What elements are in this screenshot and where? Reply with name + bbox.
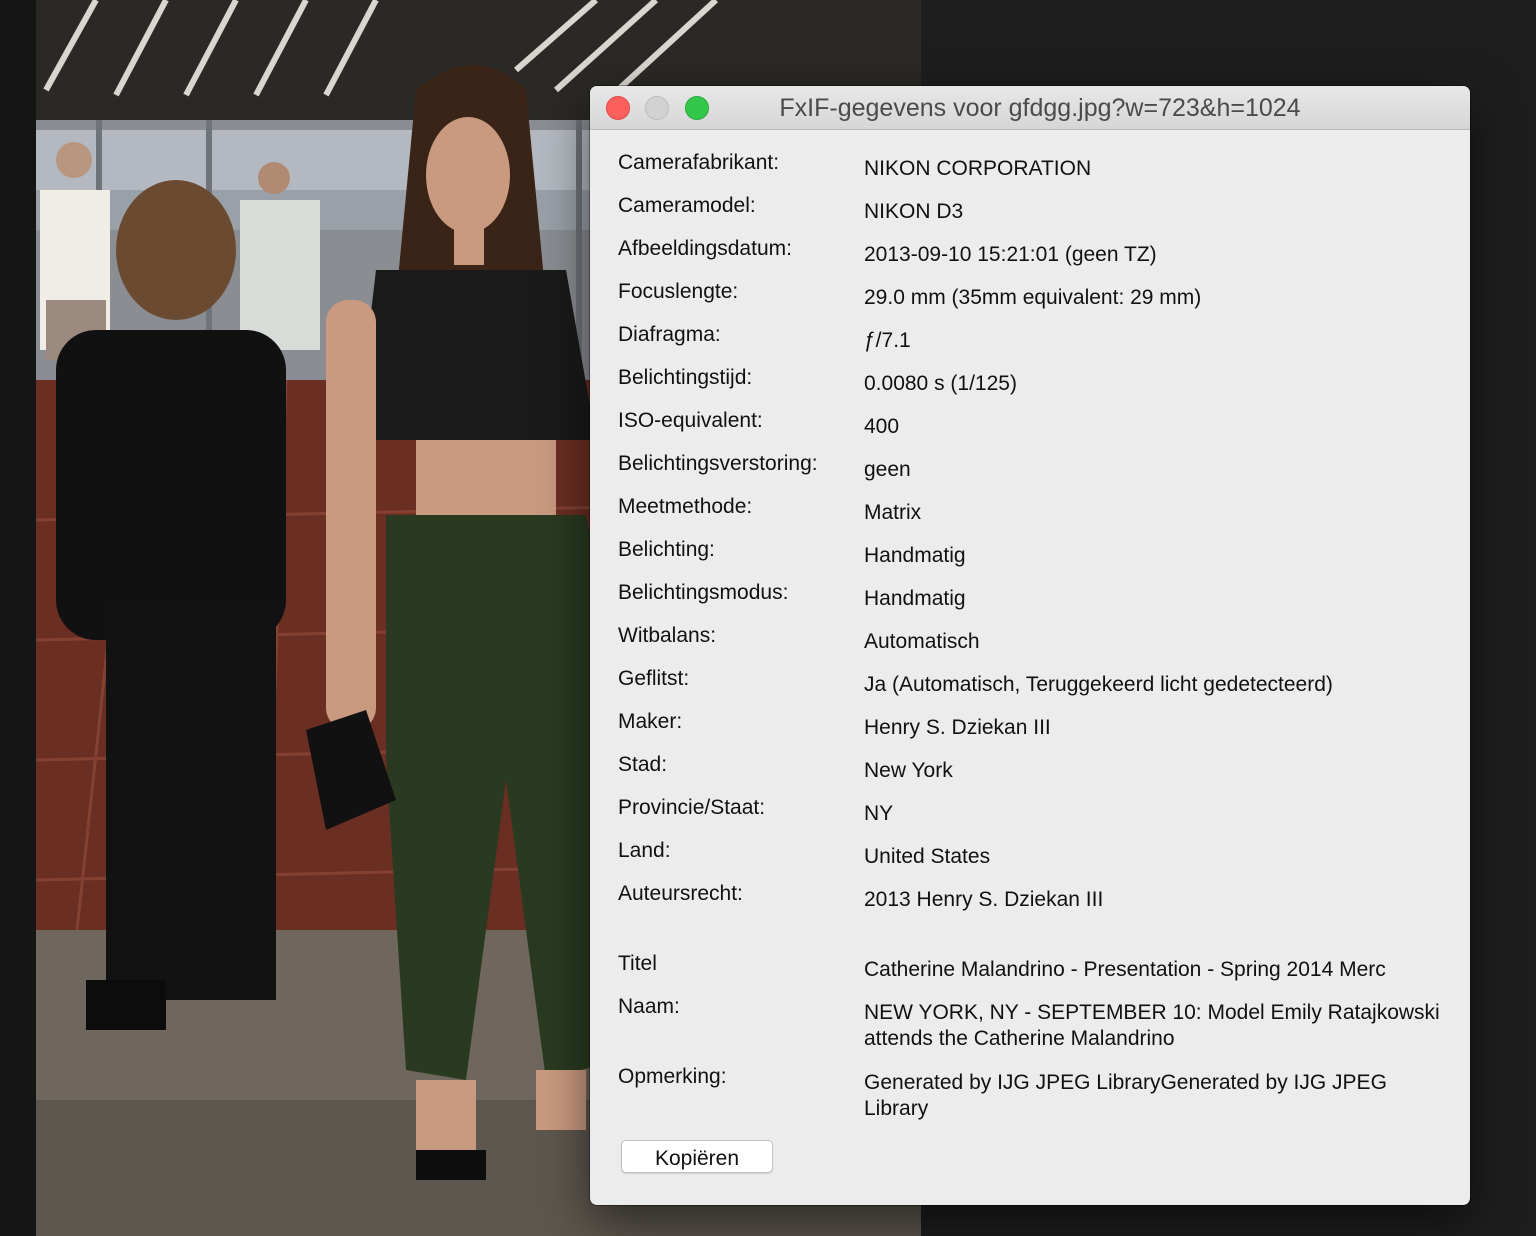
exif-value: Generated by IJG JPEG LibraryGenerated b… (864, 1071, 1387, 1120)
exif-label: Land: (618, 839, 671, 862)
exif-label: Belichting: (618, 538, 715, 561)
exif-value: 29.0 mm (35mm equivalent: 29 mm) (864, 286, 1202, 309)
exif-label: ISO-equivalent: (618, 409, 763, 432)
exif-value: NIKON CORPORATION (864, 157, 1092, 180)
exif-value: NY (864, 802, 894, 825)
exif-label: Geflitst: (618, 667, 690, 690)
exif-value: geen (864, 458, 911, 481)
exif-value: ƒ/7.1 (864, 329, 911, 352)
exif-value: Matrix (864, 501, 922, 524)
exif-label: Belichtingsmodus: (618, 581, 789, 604)
exif-label: Focuslengte: (618, 280, 739, 303)
exif-value: NEW YORK, NY - SEPTEMBER 10: Model Emily… (864, 1001, 1440, 1050)
exif-value: Ja (Automatisch, Teruggekeerd licht gede… (864, 673, 1333, 696)
exif-label: Camerafabrikant: (618, 151, 780, 174)
exif-label: Cameramodel: (618, 194, 756, 217)
copy-button[interactable]: Kopiëren (621, 1140, 773, 1173)
exif-label: Opmerking: (618, 1065, 727, 1088)
exif-value: New York (864, 759, 953, 782)
exif-label: Titel (618, 952, 657, 975)
exif-value: Handmatig (864, 587, 966, 610)
exif-value: Automatisch (864, 630, 980, 653)
exif-value: 0.0080 s (1/125) (864, 372, 1017, 395)
exif-value: United States (864, 845, 991, 868)
exif-value: 400 (864, 415, 900, 438)
exif-label: Belichtingstijd: (618, 366, 753, 389)
exif-value: 2013 Henry S. Dziekan III (864, 888, 1104, 911)
window-titlebar[interactable]: FxIF-gegevens voor gfdgg.jpg?w=723&h=102… (590, 86, 1470, 130)
exif-label: Provincie/Staat: (618, 796, 766, 819)
exif-label: Witbalans: (618, 624, 717, 647)
desktop: FxIF-gegevens voor gfdgg.jpg?w=723&h=102… (0, 0, 1536, 1236)
exif-label: Belichtingsverstoring: (618, 452, 818, 475)
exif-window: FxIF-gegevens voor gfdgg.jpg?w=723&h=102… (590, 86, 1470, 1205)
exif-label: Meetmethode: (618, 495, 753, 518)
exif-value: NIKON D3 (864, 200, 964, 223)
background-strip (0, 0, 36, 1236)
exif-label: Maker: (618, 710, 683, 733)
exif-label: Auteursrecht: (618, 882, 743, 905)
exif-value: Catherine Malandrino - Presentation - Sp… (864, 958, 1386, 981)
window-title: FxIF-gegevens voor gfdgg.jpg?w=723&h=102… (779, 94, 1301, 122)
exif-label: Stad: (618, 753, 668, 776)
exif-label: Diafragma: (618, 323, 721, 346)
exif-value: Handmatig (864, 544, 966, 567)
exif-label: Afbeeldingsdatum: (618, 237, 792, 260)
exif-value: 2013-09-10 15:21:01 (geen TZ) (864, 243, 1157, 266)
exif-label: Naam: (618, 995, 680, 1018)
exif-value: Henry S. Dziekan III (864, 716, 1051, 739)
